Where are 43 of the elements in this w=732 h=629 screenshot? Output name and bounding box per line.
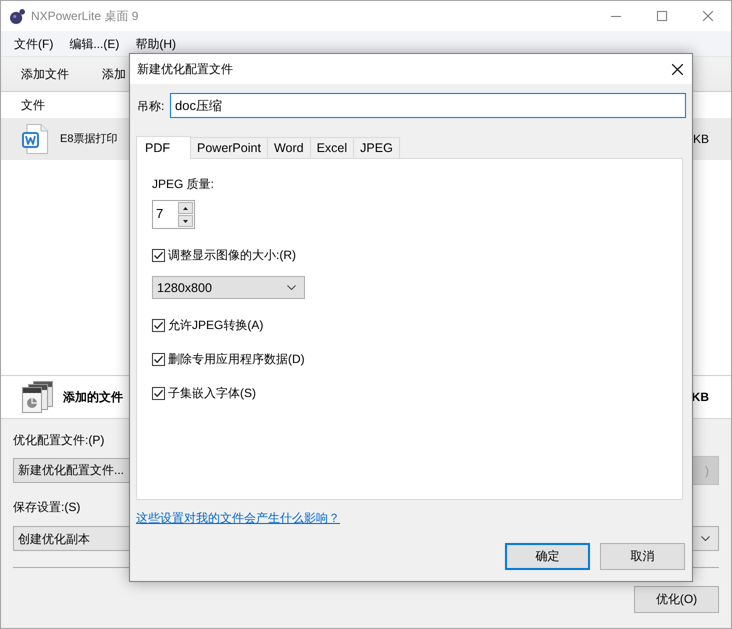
- increase-button[interactable]: [178, 202, 193, 214]
- file-stack-icon: [22, 381, 53, 413]
- size-dropdown[interactable]: 1280x800: [152, 276, 305, 299]
- chevron-down-icon: [701, 536, 710, 541]
- maximize-icon[interactable]: [657, 11, 667, 21]
- save-label: 保存设置:(S): [13, 499, 80, 515]
- checkbox-label[interactable]: 子集嵌入字体(S): [168, 385, 256, 401]
- up-arrow-icon: [183, 206, 188, 210]
- toolbar-button[interactable]: 添加文件: [13, 66, 77, 82]
- checkbox-label[interactable]: 删除专用应用程序数据(D): [168, 351, 305, 367]
- decrease-button[interactable]: [178, 215, 193, 227]
- checkbox[interactable]: [152, 318, 165, 332]
- quality-spinner[interactable]: 7: [152, 200, 195, 229]
- dropdown-value: 创建优化副本: [18, 530, 90, 546]
- checkbox[interactable]: [152, 386, 165, 400]
- file-name: E8票据打印: [60, 132, 118, 147]
- dialog-button[interactable]: 取消: [600, 543, 685, 570]
- dialog-button[interactable]: 确定: [505, 543, 590, 570]
- app-logo-icon: [10, 8, 25, 24]
- file-size: KB: [692, 131, 709, 147]
- chevron-down-icon: [287, 285, 296, 290]
- menu-item[interactable]: 编辑...(E): [61, 36, 128, 52]
- profile-label: 优化配置文件:(P): [13, 432, 104, 448]
- checkbox[interactable]: [152, 248, 165, 262]
- name-input[interactable]: doc压缩: [170, 93, 686, 118]
- menu-item[interactable]: 帮助(H): [127, 36, 184, 52]
- tab[interactable]: JPEG: [353, 137, 400, 158]
- name-label: 吊称:: [137, 98, 166, 114]
- column-header[interactable]: 文件: [21, 97, 45, 113]
- summary-label: 添加的文件: [63, 389, 123, 405]
- checkbox-label[interactable]: 调整显示图像的大小:(R): [168, 247, 296, 263]
- menu-item[interactable]: 文件(F): [6, 36, 62, 52]
- checkbox[interactable]: [152, 352, 165, 366]
- down-arrow-icon: [183, 220, 188, 222]
- window-title: NXPowerLite 桌面 9: [31, 8, 138, 24]
- tab[interactable]: PDF: [136, 136, 191, 159]
- checkbox-label[interactable]: 允许JPEG转换(A): [168, 317, 264, 333]
- close-icon[interactable]: [672, 64, 683, 74]
- dialog-title: 新建优化配置文件: [137, 61, 233, 77]
- optimize-button[interactable]: 优化(O): [634, 586, 719, 613]
- quality-label: JPEG 质量:: [152, 176, 214, 192]
- help-link[interactable]: 这些设置对我的文件会产生什么影响？: [136, 510, 340, 526]
- document-icon: [22, 124, 48, 154]
